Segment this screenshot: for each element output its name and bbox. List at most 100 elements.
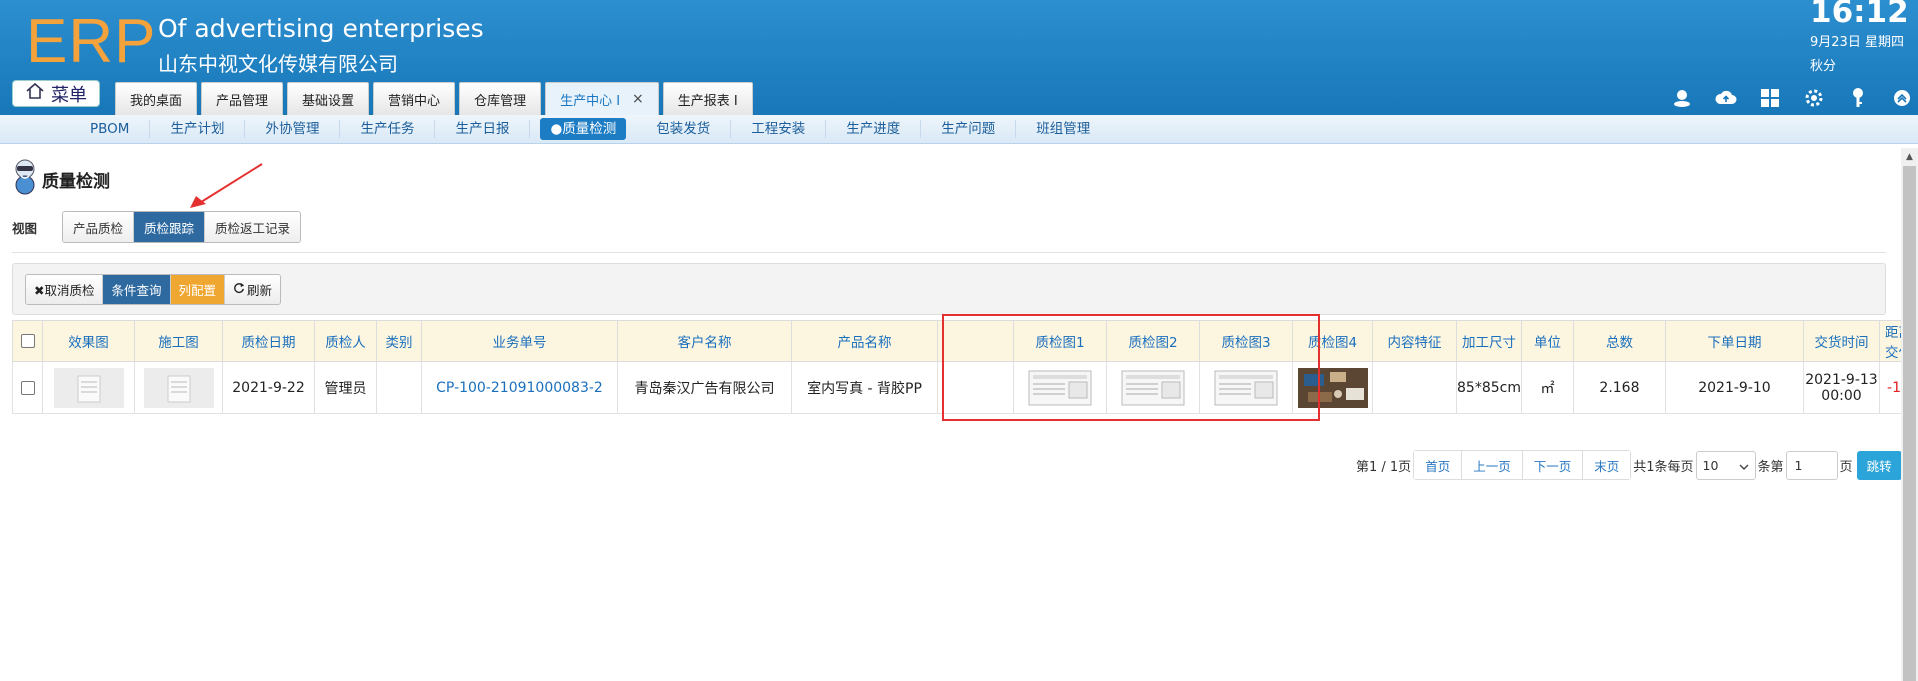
subnav-production-plan[interactable]: 生产计划 [150,120,246,138]
key-icon[interactable] [1846,86,1870,110]
col-order-date[interactable]: 下单日期 [1664,320,1804,362]
content-features-cell [1372,361,1457,414]
col-total[interactable]: 总数 [1572,320,1666,362]
annotation-arrow-icon [190,163,263,208]
effect-image-thumb[interactable] [42,361,135,414]
column-config-button[interactable]: 列配置 [170,275,226,304]
tab-marketing[interactable]: 营销中心 [373,82,456,115]
order-no-link[interactable]: CP-100-21091000083-2 [421,361,618,414]
subnav-issues[interactable]: 生产问题 [921,120,1017,138]
solar-term: 秋分 [1810,59,1837,74]
sub-navigation: PBOM 生产计划 外协管理 生产任务 生产日报 ●质量检测 包装发货 工程安装… [0,115,1918,144]
category-cell [376,361,422,414]
header-tools [1670,86,1914,110]
view-qc-rework-button[interactable]: 质检返工记录 [205,212,301,242]
tab-warehouse[interactable]: 仓库管理 [459,82,542,115]
divider [12,252,1886,253]
mascot-icon [12,158,38,200]
cloud-upload-icon[interactable] [1714,86,1738,110]
col-effect-image[interactable]: 效果图 [42,320,135,362]
order-date-cell: 2021-9-10 [1664,361,1804,414]
col-inspector[interactable]: 质检人 [314,320,377,362]
row-checkbox[interactable] [12,361,43,414]
company-name-en: Of advertising enterprises [158,14,484,43]
construction-image-thumb[interactable] [134,361,223,414]
page-size-select[interactable]: 10 [1695,450,1756,480]
pagination: 第1 / 1页 首页 上一页 下一页 末页 共1条每页 10 条第 1 页 跳转 [1356,450,1902,480]
refresh-label: 刷新 [247,283,273,298]
tab-product[interactable]: 产品管理 [201,82,284,115]
apps-icon[interactable] [1758,86,1782,110]
inspector-cell: 管理员 [314,361,377,414]
col-customer[interactable]: 客户名称 [617,320,792,362]
qc-date-cell: 2021-9-22 [222,361,315,414]
view-selector: 视图 产品质检 质检跟踪 质检返工记录 [12,211,302,243]
page-number-input[interactable]: 1 [1785,450,1838,480]
unit-text: 条第 [1757,459,1784,475]
page-header: 质量检测 [12,158,110,200]
total-cell: 2.168 [1572,361,1666,414]
chevron-down-icon [1739,458,1749,473]
top-header: ERP Of advertising enterprises 山东中视文化传媒有… [0,0,1918,115]
main-tabs: 我的桌面 产品管理 基础设置 营销中心 仓库管理 生产中心 I × 生产报表 I [115,82,753,115]
page-links: 首页 上一页 下一页 末页 [1413,450,1632,480]
cancel-qc-button[interactable]: ✖取消质检 [26,275,104,304]
col-delivery-time[interactable]: 交货时间 [1802,320,1880,362]
close-icon[interactable]: × [632,91,644,107]
scroll-up-icon[interactable]: ▲ [1901,148,1918,165]
subnav-progress[interactable]: 生产进度 [826,120,922,138]
action-toolbar: ✖取消质检 条件查询 列配置 刷新 [25,274,282,305]
total-text: 共1条每页 [1633,459,1694,475]
scroll-thumb[interactable] [1903,166,1916,681]
col-order-no[interactable]: 业务单号 [421,320,618,362]
page-title: 质量检测 [42,171,110,192]
refresh-icon [233,282,245,297]
view-button-group: 产品质检 质检跟踪 质检返工记录 [62,211,302,243]
first-page-button[interactable]: 首页 [1414,451,1463,479]
tab-basic-settings[interactable]: 基础设置 [287,82,370,115]
product-cell: 室内写真 - 背胶PP [791,361,938,414]
subnav-pbom[interactable]: PBOM [70,120,151,138]
go-button[interactable]: 跳转 [1856,450,1902,480]
view-label: 视图 [12,220,38,236]
col-size[interactable]: 加工尺寸 [1456,320,1522,362]
last-page-button[interactable]: 末页 [1583,451,1631,479]
tab-production-report[interactable]: 生产报表 I [662,82,753,115]
col-construction-image[interactable]: 施工图 [134,320,223,362]
tab-production-center[interactable]: 生产中心 I × [545,82,659,115]
prev-page-button[interactable]: 上一页 [1462,451,1523,479]
user-icon[interactable] [1670,86,1694,110]
subnav-team-management[interactable]: 班组管理 [1016,120,1110,138]
page-suffix: 页 [1839,459,1853,475]
subnav-daily-report[interactable]: 生产日报 [435,120,531,138]
collapse-icon[interactable] [1890,86,1914,110]
subnav-production-task[interactable]: 生产任务 [340,120,436,138]
select-all-checkbox[interactable] [12,320,43,362]
view-product-qc-button[interactable]: 产品质检 [63,212,135,242]
gear-icon[interactable] [1802,86,1826,110]
size-cell: 85*85cm [1456,361,1522,414]
next-page-button[interactable]: 下一页 [1522,451,1584,479]
unit-cell: ㎡ [1520,361,1574,414]
subnav-installation[interactable]: 工程安装 [731,120,827,138]
menu-button[interactable]: 菜单 [12,80,100,107]
menu-label: 菜单 [51,84,87,106]
view-qc-tracking-button[interactable]: 质检跟踪 [134,212,206,242]
vertical-scrollbar[interactable]: ▲ [1901,148,1918,681]
subnav-outsourcing[interactable]: 外协管理 [245,120,341,138]
page-info: 第1 / 1页 [1356,459,1412,475]
clock-date: 9月23日 星期四 [1810,35,1904,50]
col-unit[interactable]: 单位 [1520,320,1574,362]
col-category[interactable]: 类别 [376,320,422,362]
home-icon [25,81,45,106]
delivery-time-cell: 2021-9-13 00:00 [1802,361,1880,414]
subnav-quality-inspection[interactable]: ●质量检测 [540,118,627,140]
col-content-features[interactable]: 内容特征 [1372,320,1457,362]
col-product[interactable]: 产品名称 [791,320,938,362]
col-qc-date[interactable]: 质检日期 [222,320,315,362]
company-name-cn: 山东中视文化传媒有限公司 [158,52,398,76]
subnav-packaging-shipping[interactable]: 包装发货 [636,120,732,138]
tab-desktop[interactable]: 我的桌面 [115,82,198,115]
condition-query-button[interactable]: 条件查询 [103,275,171,304]
refresh-button[interactable]: 刷新 [225,275,281,304]
